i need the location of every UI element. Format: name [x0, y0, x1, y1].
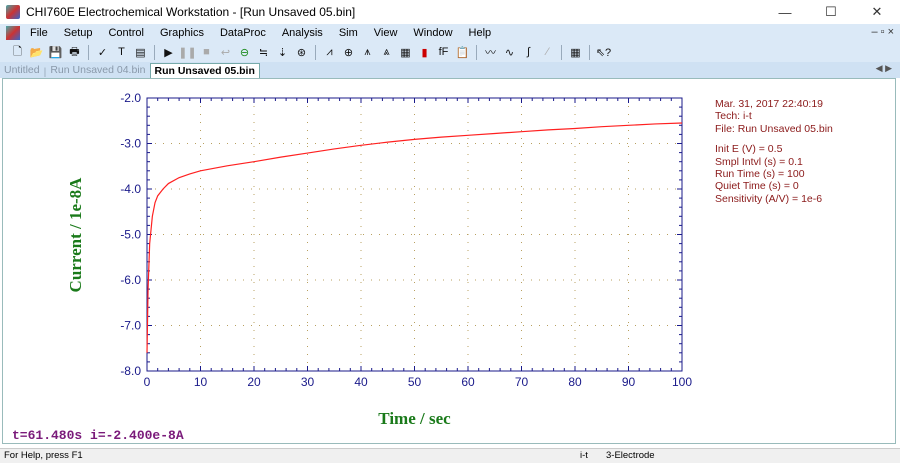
- x-tick-label: 0: [144, 375, 151, 389]
- x-tick-label: 80: [568, 375, 582, 389]
- info-date: Mar. 31, 2017 22:40:19: [715, 98, 823, 110]
- x-tick-label: 10: [194, 375, 208, 389]
- y-tick-label: -6.0: [120, 273, 141, 287]
- x-tick-label: 100: [672, 375, 692, 389]
- y-tick-label: -7.0: [120, 319, 141, 333]
- info-param: Smpl Intvl (s) = 0.1: [715, 155, 803, 168]
- info-param: Sensitivity (A/V) = 1e-6: [715, 192, 823, 205]
- info-param: Init E (V) = 0.5: [715, 143, 783, 156]
- x-tick-label: 20: [247, 375, 261, 389]
- x-tick-label: 90: [622, 375, 636, 389]
- x-tick-label: 40: [354, 375, 368, 389]
- info-file: File: Run Unsaved 05.bin: [715, 122, 833, 135]
- cursor-readout: t=61.480s i=-2.400e-8A: [12, 428, 184, 443]
- experiment-info: Mar. 31, 2017 22:40:19 Tech: i-t File: R…: [715, 98, 833, 205]
- status-electrode: 3-Electrode: [606, 450, 655, 461]
- status-bar: For Help, press F1 i-t 3-Electrode: [0, 448, 900, 463]
- x-tick-label: 60: [461, 375, 475, 389]
- info-tech: Tech: i-t: [715, 110, 752, 123]
- y-tick-label: -8.0: [120, 364, 141, 378]
- info-param: Quiet Time (s) = 0: [715, 180, 799, 193]
- status-technique: i-t: [580, 450, 588, 461]
- y-tick-label: -5.0: [120, 228, 141, 242]
- status-help: For Help, press F1: [4, 450, 83, 461]
- info-param: Run Time (s) = 100: [715, 168, 805, 181]
- current-curve: [146, 122, 683, 353]
- y-tick-label: -3.0: [120, 137, 141, 151]
- x-axis-label: Time / sec: [378, 409, 451, 428]
- x-tick-label: 50: [408, 375, 422, 389]
- y-tick-label: -2.0: [120, 91, 141, 105]
- y-tick-label: -4.0: [120, 182, 141, 196]
- it-chart: 0 10 20 30 40 50 60 70 80 90 100 -2.0 -3.0 -4.0 -5.0 -6…: [66, 91, 692, 428]
- x-tick-label: 30: [301, 375, 315, 389]
- y-axis-label: Current / 1e-8A: [66, 177, 85, 293]
- x-tick-label: 70: [515, 375, 529, 389]
